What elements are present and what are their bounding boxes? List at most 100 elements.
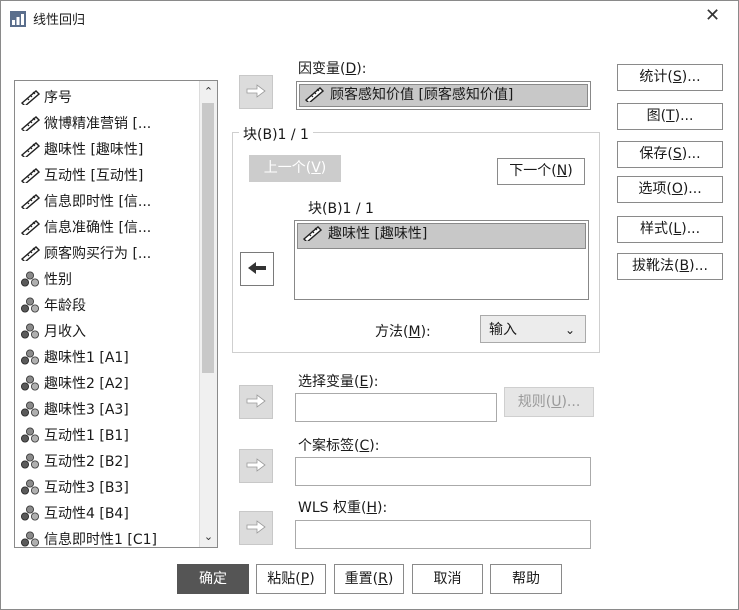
chevron-down-icon: ⌄ [564, 323, 575, 337]
move-to-dependent-button[interactable] [239, 75, 273, 109]
variable-list-scrollbar[interactable]: ⌃ ⌄ [199, 81, 217, 547]
independent-variable-item[interactable]: 趣味性 [趣味性] [297, 223, 586, 249]
method-value: 输入 [489, 322, 517, 338]
dependent-variable[interactable]: 顾客感知价值 [顾客感知价值] [299, 84, 588, 107]
variable-list-item[interactable]: 信息即时性 [信... [20, 189, 151, 215]
selected-highlight: 趣味性 [趣味性] [297, 223, 586, 249]
selection-variable-label: 选择变量(E): [298, 374, 379, 390]
nominal-balls-icon [21, 323, 39, 339]
window-title: 线性回归 [33, 13, 86, 28]
variable-label: 性别 [44, 272, 72, 288]
variable-list-item[interactable]: 趣味性2 [A2] [20, 371, 129, 397]
arrow-right-icon [246, 394, 266, 408]
variable-label: 互动性2 [B2] [44, 454, 129, 470]
variable-list-item[interactable]: 信息即时性1 [C1] [20, 527, 157, 548]
nominal-balls-icon [21, 271, 39, 287]
variable-list-item[interactable]: 趣味性1 [A1] [20, 345, 129, 371]
bootstrap-button[interactable]: 拔靴法(B)... [617, 253, 723, 280]
source-variable-list[interactable]: 序号微博精准营销 [... 趣味性 [趣味性] 互动性 [互动性] 信息即时性 [信.… [14, 80, 218, 548]
variable-list-item[interactable]: 年龄段 [20, 293, 86, 319]
variable-list-item[interactable]: 互动性3 [B3] [20, 475, 129, 501]
nominal-balls-icon [21, 531, 39, 547]
previous-block-button[interactable]: 上一个(V) [249, 155, 341, 182]
nominal-balls-icon [21, 297, 39, 313]
variable-label: 微博精准营销 [... [44, 116, 152, 132]
independent-variables-list[interactable]: 趣味性 [趣味性] [294, 220, 589, 300]
variable-list-item[interactable]: 趣味性 [趣味性] [20, 137, 143, 163]
linear-regression-dialog: 线性回归 ✕ 序号 微博精准营销 [... 趣味性 [趣味性] 互动性 [互动性] 信息… [0, 0, 739, 610]
case-labels-field[interactable] [295, 457, 591, 486]
inner-block-title: 块(B)1 / 1 [308, 201, 374, 217]
move-from-block-button[interactable] [240, 252, 274, 286]
variable-label: 月收入 [44, 324, 86, 340]
scale-ruler-icon [20, 116, 40, 131]
variable-label: 互动性3 [B3] [44, 480, 129, 496]
move-to-selection-button[interactable] [239, 385, 273, 419]
selection-variable-field[interactable] [295, 393, 497, 422]
scale-ruler-icon [20, 246, 40, 261]
move-to-case-labels-button[interactable] [239, 449, 273, 483]
method-dropdown[interactable]: 输入 ⌄ [480, 315, 586, 343]
nominal-balls-icon [21, 505, 39, 521]
variable-list-item[interactable]: 趣味性3 [A3] [20, 397, 129, 423]
nominal-balls-icon [21, 349, 39, 365]
variable-label: 信息即时性1 [C1] [44, 532, 157, 548]
nominal-balls-icon [21, 453, 39, 469]
variable-list-item[interactable]: 互动性1 [B1] [20, 423, 129, 449]
variable-list-item[interactable]: 互动性2 [B2] [20, 449, 129, 475]
scroll-down-icon[interactable]: ⌄ [200, 528, 217, 545]
plots-button[interactable]: 图(T)... [617, 103, 723, 130]
statistics-button[interactable]: 统计(S)... [617, 64, 723, 91]
case-labels-label: 个案标签(C): [298, 438, 380, 454]
variable-list-item[interactable]: 互动性4 [B4] [20, 501, 129, 527]
variable-label: 序号 [44, 90, 72, 106]
wls-weight-field[interactable] [295, 520, 591, 549]
scale-ruler-icon [302, 226, 322, 241]
variable-list-item[interactable]: 顾客购买行为 [... [20, 241, 151, 267]
nominal-balls-icon [21, 375, 39, 391]
help-button[interactable]: 帮助 [490, 564, 562, 594]
arrow-right-icon [246, 458, 266, 472]
variable-list-item[interactable]: 月收入 [20, 319, 86, 345]
nominal-balls-icon [21, 427, 39, 443]
variable-label: 信息准确性 [信... [44, 220, 152, 236]
next-block-button[interactable]: 下一个(N) [497, 158, 585, 185]
variable-label: 互动性4 [B4] [44, 506, 129, 522]
variable-label: 趣味性2 [A2] [44, 376, 129, 392]
variable-label: 趣味性1 [A1] [44, 350, 129, 366]
arrow-right-icon [246, 520, 266, 534]
move-to-wls-weight-button[interactable] [239, 511, 273, 545]
rule-button[interactable]: 规则(U)... [504, 387, 594, 417]
nominal-balls-icon [21, 401, 39, 417]
wls-weight-label: WLS 权重(H): [298, 500, 388, 516]
method-label: 方法(M): [375, 324, 431, 340]
scale-ruler-icon [20, 220, 40, 235]
app-icon [10, 11, 26, 27]
variable-list-item[interactable]: 微博精准营销 [... [20, 111, 151, 137]
scale-ruler-icon [20, 194, 40, 209]
options-button[interactable]: 选项(O)... [617, 176, 723, 203]
scale-ruler-icon [20, 168, 40, 183]
variable-label: 互动性1 [B1] [44, 428, 129, 444]
nominal-balls-icon [21, 479, 39, 495]
variable-list-item[interactable]: 信息准确性 [信... [20, 215, 151, 241]
variable-list-item[interactable]: 序号 [20, 85, 72, 111]
arrow-right-icon [246, 84, 266, 98]
scroll-up-icon[interactable]: ⌃ [200, 83, 217, 100]
dependent-label: 因变量(D): [298, 61, 367, 77]
variable-list-item[interactable]: 互动性 [互动性] [20, 163, 143, 189]
paste-button[interactable]: 粘贴(P) [256, 564, 326, 594]
close-icon[interactable]: ✕ [705, 5, 720, 26]
scale-ruler-icon [20, 90, 40, 105]
dependent-field[interactable]: 顾客感知价值 [顾客感知价值] [296, 81, 591, 110]
cancel-button[interactable]: 取消 [412, 564, 483, 594]
style-button[interactable]: 样式(L)... [617, 216, 723, 243]
arrow-left-icon [248, 262, 266, 274]
ok-button[interactable]: 确定 [177, 564, 249, 594]
save-button[interactable]: 保存(S)... [617, 141, 723, 168]
reset-button[interactable]: 重置(R) [334, 564, 404, 594]
scale-ruler-icon [304, 87, 324, 102]
variable-list-item[interactable]: 性别 [20, 267, 72, 293]
scrollbar-thumb[interactable] [202, 103, 214, 373]
variable-label: 顾客购买行为 [... [44, 246, 152, 262]
